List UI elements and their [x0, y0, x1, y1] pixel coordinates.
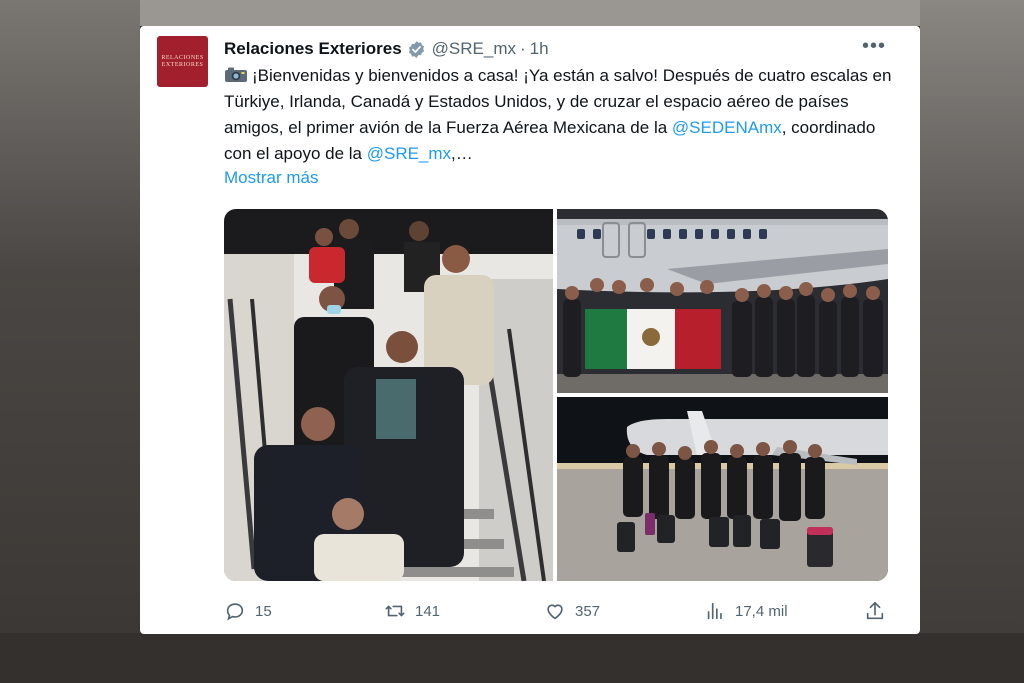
reply-button[interactable]: 15: [224, 598, 272, 624]
background-bottom: [0, 633, 1024, 683]
media-grid: [224, 209, 888, 581]
tweet-actions: 15 141 357 17,4 mil: [224, 598, 888, 624]
camera-flash-icon: [224, 65, 248, 82]
tweet-time[interactable]: 1h: [530, 39, 549, 59]
repost-count: 141: [415, 602, 441, 620]
verified-badge-icon[interactable]: [407, 40, 426, 59]
tweet-text-part3: ,…: [451, 144, 473, 163]
heart-icon: [547, 604, 563, 620]
author-handle[interactable]: @SRE_mx: [432, 39, 516, 59]
reply-icon: [226, 603, 244, 621]
views-button[interactable]: 17,4 mil: [704, 598, 788, 624]
separator-dot: ·: [519, 39, 526, 58]
group-with-luggage-by-plane-photo[interactable]: [557, 397, 888, 581]
more-options-icon[interactable]: •••: [862, 36, 886, 56]
like-button[interactable]: 357: [544, 598, 600, 624]
mention-sre-mx[interactable]: @SRE_mx: [367, 144, 451, 163]
background-top: [0, 0, 1024, 26]
avatar-text-2: EXTERIORES: [161, 61, 204, 68]
author-name[interactable]: Relaciones Exteriores: [224, 39, 402, 59]
share-button[interactable]: [864, 598, 895, 624]
reply-count: 15: [255, 602, 272, 620]
tweet-header: Relaciones Exteriores @SRE_mx · 1h: [224, 38, 549, 60]
avatar-text-1: RELACIONES: [161, 54, 204, 61]
like-count: 357: [575, 602, 601, 620]
show-more-link[interactable]: Mostrar más: [224, 168, 318, 188]
views-chart-icon: [707, 602, 722, 620]
tweet-card: RELACIONES EXTERIORES Relaciones Exterio…: [140, 26, 920, 634]
share-icon: [866, 601, 884, 620]
passengers-descending-stairs-photo[interactable]: [224, 209, 553, 581]
repost-button[interactable]: 141: [384, 598, 440, 624]
views-count: 17,4 mil: [735, 602, 788, 620]
mention-sedenamx[interactable]: @SEDENAmx: [672, 118, 782, 137]
background-blur-right: [920, 0, 1024, 683]
background-blur-left: [0, 0, 140, 683]
avatar[interactable]: RELACIONES EXTERIORES: [157, 36, 208, 87]
tweet-text: ¡Bienvenidas y bienvenidos a casa! ¡Ya e…: [224, 63, 894, 167]
repost-icon: [385, 605, 405, 617]
group-with-mexican-flag-photo[interactable]: [557, 209, 888, 393]
